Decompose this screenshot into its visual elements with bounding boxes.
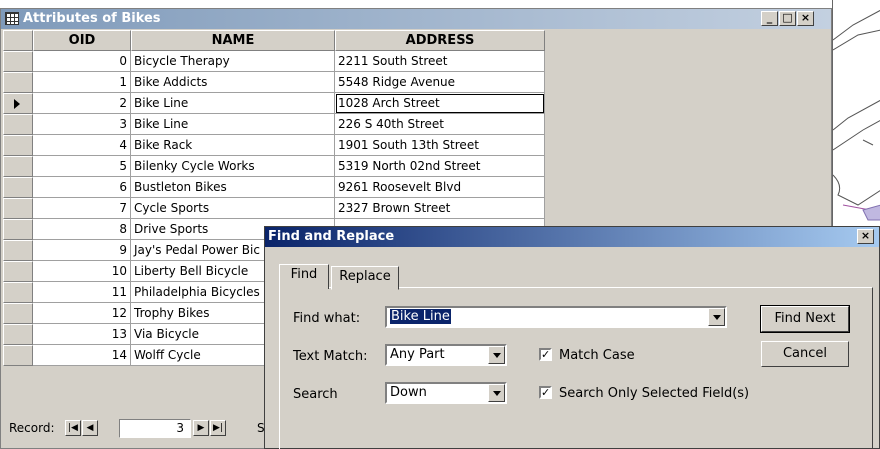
name-cell[interactable]: Bilenky Cycle Works — [131, 156, 335, 177]
search-direction-value: Down — [390, 385, 427, 400]
oid-cell[interactable]: 13 — [33, 324, 131, 345]
chevron-down-icon[interactable] — [488, 384, 505, 402]
tab-find[interactable]: Find — [279, 264, 329, 289]
text-match-label: Text Match: — [293, 349, 368, 364]
oid-cell[interactable]: 7 — [33, 198, 131, 219]
address-cell[interactable]: 9261 Roosevelt Blvd — [335, 177, 545, 198]
current-row-arrow-icon — [14, 99, 20, 109]
table-row[interactable]: 0 Bicycle Therapy 2211 South Street — [3, 51, 545, 72]
find-what-combo[interactable]: Bike Line — [385, 306, 727, 328]
previous-record-button[interactable]: ◀ — [82, 420, 98, 436]
row-selector[interactable] — [3, 261, 33, 282]
oid-cell[interactable]: 2 — [33, 93, 131, 114]
row-selector[interactable] — [3, 51, 33, 72]
address-cell[interactable]: 226 S 40th Street — [335, 114, 545, 135]
column-header-oid[interactable]: OID — [33, 30, 131, 51]
row-selector[interactable] — [3, 219, 33, 240]
address-cell[interactable]: 5319 North 02nd Street — [335, 156, 545, 177]
header-row: OID NAME ADDRESS — [3, 30, 545, 51]
oid-cell[interactable]: 5 — [33, 156, 131, 177]
record-number-input[interactable]: 3 — [119, 419, 191, 438]
row-selector[interactable] — [3, 282, 33, 303]
row-selector[interactable] — [3, 72, 33, 93]
table-row[interactable]: 6 Bustleton Bikes 9261 Roosevelt Blvd — [3, 177, 545, 198]
oid-cell[interactable]: 14 — [33, 345, 131, 366]
find-what-value: Bike Line — [390, 309, 451, 324]
table-row[interactable]: 7 Cycle Sports 2327 Brown Street — [3, 198, 545, 219]
next-record-button[interactable]: ▶ — [193, 420, 209, 436]
record-label: Record: — [9, 421, 55, 435]
oid-cell[interactable]: 10 — [33, 261, 131, 282]
row-selector[interactable] — [3, 198, 33, 219]
row-selector[interactable] — [3, 240, 33, 261]
table-row[interactable]: 2 Bike Line 1028 Arch Street — [3, 93, 545, 114]
address-cell[interactable]: 2327 Brown Street — [335, 198, 545, 219]
column-header-address[interactable]: ADDRESS — [335, 30, 545, 51]
table-icon — [5, 12, 19, 25]
minimize-button[interactable]: _ — [761, 11, 778, 26]
tab-replace[interactable]: Replace — [331, 266, 399, 290]
row-selector[interactable] — [3, 135, 33, 156]
oid-cell[interactable]: 3 — [33, 114, 131, 135]
search-direction-select[interactable]: Down — [385, 382, 507, 404]
match-case-checkbox[interactable]: ✓ — [539, 348, 552, 361]
dialog-title: Find and Replace — [268, 229, 395, 244]
name-cell[interactable]: Bicycle Therapy — [131, 51, 335, 72]
chevron-down-icon[interactable] — [488, 346, 505, 364]
table-row[interactable]: 4 Bike Rack 1901 South 13th Street — [3, 135, 545, 156]
row-selector[interactable] — [3, 324, 33, 345]
name-cell[interactable]: Bike Rack — [131, 135, 335, 156]
row-selector[interactable] — [3, 114, 33, 135]
chevron-down-icon[interactable] — [708, 308, 725, 326]
oid-cell[interactable]: 4 — [33, 135, 131, 156]
find-what-label: Find what: — [293, 311, 361, 326]
column-header-name[interactable]: NAME — [131, 30, 335, 51]
table-row[interactable]: 5 Bilenky Cycle Works 5319 North 02nd Stre… — [3, 156, 545, 177]
close-button[interactable]: × — [797, 11, 814, 26]
first-record-button[interactable]: |◀ — [65, 420, 81, 436]
oid-cell[interactable]: 9 — [33, 240, 131, 261]
row-selector[interactable] — [3, 345, 33, 366]
row-selector[interactable] — [3, 156, 33, 177]
window-title-bar[interactable]: Attributes of Bikes _ □ × — [1, 9, 831, 29]
table-row[interactable]: 1 Bike Addicts 5548 Ridge Avenue — [3, 72, 545, 93]
name-cell[interactable]: Cycle Sports — [131, 198, 335, 219]
find-replace-dialog: Find and Replace × Find Replace Find wha… — [264, 226, 880, 449]
oid-cell[interactable]: 8 — [33, 219, 131, 240]
last-record-button[interactable]: ▶| — [210, 420, 226, 436]
oid-cell[interactable]: 12 — [33, 303, 131, 324]
search-label: Search — [293, 387, 338, 402]
oid-cell[interactable]: 1 — [33, 72, 131, 93]
select-all-cell[interactable] — [3, 30, 33, 51]
selected-fields-label: Search Only Selected Field(s) — [559, 386, 750, 401]
window-title: Attributes of Bikes — [23, 11, 161, 26]
row-selector[interactable] — [3, 177, 33, 198]
address-cell[interactable]: 2211 South Street — [335, 51, 545, 72]
address-cell[interactable]: 1901 South 13th Street — [335, 135, 545, 156]
maximize-button[interactable]: □ — [779, 11, 796, 26]
address-cell[interactable]: 5548 Ridge Avenue — [335, 72, 545, 93]
selected-fields-checkbox[interactable]: ✓ — [539, 386, 552, 399]
address-cell[interactable]: 1028 Arch Street — [335, 93, 545, 114]
dialog-title-bar[interactable]: Find and Replace × — [265, 227, 879, 247]
name-cell[interactable]: Bike Addicts — [131, 72, 335, 93]
oid-cell[interactable]: 6 — [33, 177, 131, 198]
name-cell[interactable]: Bustleton Bikes — [131, 177, 335, 198]
oid-cell[interactable]: 0 — [33, 51, 131, 72]
name-cell[interactable]: Bike Line — [131, 93, 335, 114]
text-match-value: Any Part — [390, 347, 445, 362]
row-selector[interactable] — [3, 93, 33, 114]
find-next-button[interactable]: Find Next — [760, 305, 850, 333]
name-cell[interactable]: Bike Line — [131, 114, 335, 135]
row-selector[interactable] — [3, 303, 33, 324]
oid-cell[interactable]: 11 — [33, 282, 131, 303]
cancel-button[interactable]: Cancel — [761, 341, 849, 367]
match-case-label: Match Case — [559, 348, 635, 363]
text-match-select[interactable]: Any Part — [385, 344, 507, 366]
table-row[interactable]: 3 Bike Line 226 S 40th Street — [3, 114, 545, 135]
dialog-close-button[interactable]: × — [857, 229, 874, 244]
